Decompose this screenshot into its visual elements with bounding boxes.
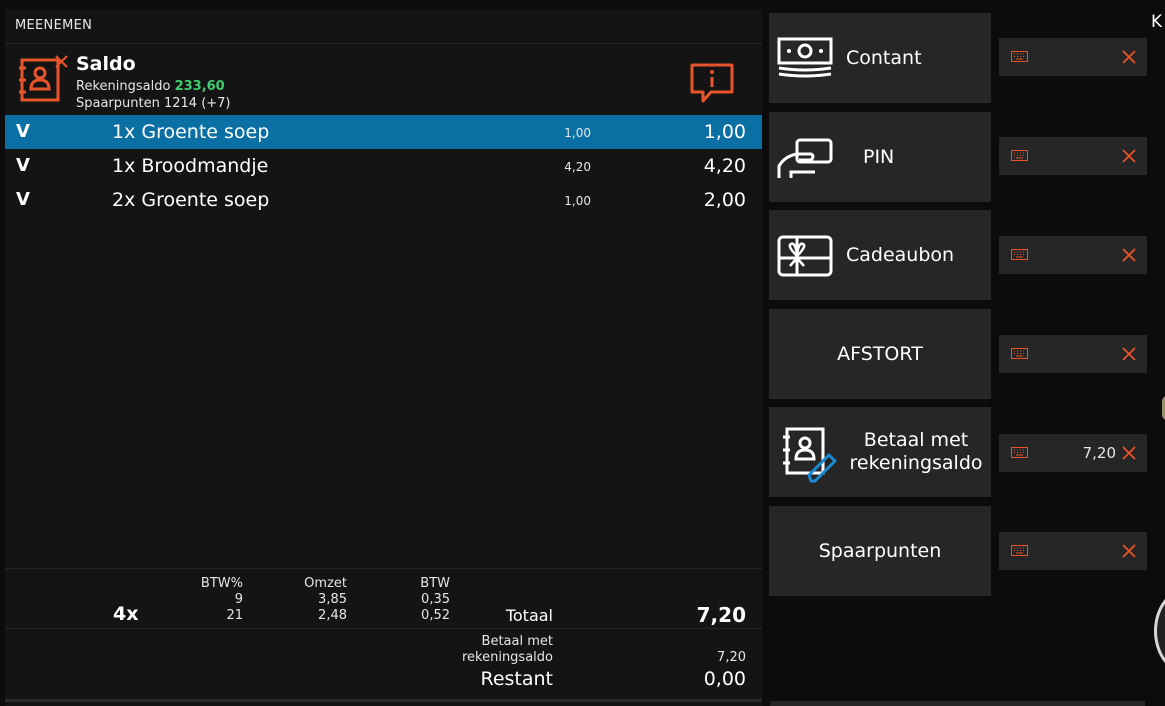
keyboard-icon[interactable] <box>1011 150 1028 161</box>
applied-payment-label-line: rekeningsaldo <box>461 650 553 665</box>
clear-icon[interactable] <box>1122 149 1136 163</box>
payment-method-label-line: rekeningsaldo <box>849 452 983 474</box>
divider <box>5 43 762 44</box>
account-balance-value: 233,60 <box>174 79 225 94</box>
clear-icon[interactable] <box>1122 544 1136 558</box>
payment-amount-value: 7,20 <box>1082 444 1116 462</box>
savings-points-line: Spaarpunten 1214 (+7) <box>76 96 231 111</box>
order-line-total: 2,00 <box>703 189 746 211</box>
order-line-flag: V <box>16 189 30 210</box>
payment-method-label: Cadeaubon <box>846 244 955 266</box>
cash-icon <box>777 37 833 78</box>
clear-icon[interactable] <box>1122 446 1136 460</box>
order-line-flag: V <box>16 155 30 176</box>
summary-divider <box>5 568 762 569</box>
vat-value: 0,35 <box>421 592 450 607</box>
order-line-unit-price: 4,20 <box>564 160 591 174</box>
info-message-icon[interactable] <box>689 62 735 104</box>
clear-icon[interactable] <box>1122 50 1136 64</box>
account-card-remove-icon[interactable] <box>19 54 69 104</box>
keyboard-icon[interactable] <box>1011 545 1028 556</box>
edge-partial-round-button[interactable] <box>1154 588 1165 674</box>
payment-method-label: Betaal met rekeningsaldo <box>841 429 991 475</box>
order-line-flag: V <box>16 121 30 142</box>
payment-amount-field[interactable]: 7,20 <box>999 434 1147 472</box>
gift-card-icon <box>777 235 833 277</box>
order-mode-label: MEENEMEN <box>15 18 93 33</box>
revenue-header: Omzet <box>304 576 347 591</box>
payment-method-label: PIN <box>863 146 895 168</box>
order-line-description: 1x Groente soep <box>112 121 270 143</box>
order-line-description: 1x Broodmandje <box>112 155 269 177</box>
payment-gift-card-button[interactable]: Cadeaubon <box>769 210 991 300</box>
applied-payment-label-line: Betaal met <box>481 634 553 649</box>
order-line-total: 1,00 <box>703 121 746 143</box>
payment-method-label: Spaarpunten <box>818 540 942 562</box>
account-balance-line: Rekeningsaldo 233,60 <box>76 79 225 94</box>
order-line-total: 4,20 <box>703 155 746 177</box>
order-line[interactable]: V 2x Groente soep 1,00 2,00 <box>5 183 762 217</box>
vat-value: 0,52 <box>421 608 450 623</box>
keyboard-icon[interactable] <box>1011 51 1028 62</box>
order-panel: MEENEMEN Saldo Rekeningsaldo 233,60 Spaa… <box>5 9 762 706</box>
bottom-divider <box>5 699 762 702</box>
summary-divider <box>5 628 762 629</box>
keyboard-icon[interactable] <box>1011 447 1028 458</box>
order-line-unit-price: 1,00 <box>564 126 591 140</box>
payment-pin-button[interactable]: PIN <box>769 112 991 202</box>
vat-header: BTW <box>420 576 450 591</box>
payment-amount-field[interactable] <box>999 236 1147 274</box>
payment-amount-field[interactable] <box>999 137 1147 175</box>
revenue-value: 3,85 <box>318 592 347 607</box>
order-line-unit-price: 1,00 <box>564 194 591 208</box>
bottom-strip <box>770 701 1145 706</box>
payment-account-balance-button[interactable]: Betaal met rekeningsaldo <box>769 407 991 497</box>
payment-amount-field[interactable] <box>999 335 1147 373</box>
order-line-description: 2x Groente soep <box>112 189 270 211</box>
keyboard-icon[interactable] <box>1011 348 1028 359</box>
edge-partial-label: K <box>1151 12 1163 32</box>
payment-afstort-button[interactable]: AFSTORT <box>769 309 991 399</box>
remaining-value: 0,00 <box>703 668 746 690</box>
item-count: 4x <box>113 603 139 625</box>
payment-amount-field[interactable] <box>999 38 1147 76</box>
keyboard-icon[interactable] <box>1011 249 1028 260</box>
revenue-value: 2,48 <box>318 608 347 623</box>
payment-amount-field[interactable] <box>999 532 1147 570</box>
payment-method-label: Contant <box>846 47 922 69</box>
clear-icon[interactable] <box>1122 347 1136 361</box>
order-line[interactable]: V 1x Broodmandje 4,20 4,20 <box>5 149 762 183</box>
applied-payment-label: Betaal met rekeningsaldo <box>462 634 553 666</box>
account-balance-icon <box>783 427 837 483</box>
order-line[interactable]: V 1x Groente soep 1,00 1,00 <box>5 115 762 149</box>
payment-savings-points-button[interactable]: Spaarpunten <box>769 506 991 596</box>
total-label: Totaal <box>505 606 553 625</box>
vat-rate-value: 9 <box>234 592 243 607</box>
applied-payment-value: 7,20 <box>717 650 746 665</box>
total-value: 7,20 <box>696 603 746 627</box>
card-payment-icon <box>777 138 833 178</box>
remaining-label: Restant <box>480 668 553 690</box>
payment-cash-button[interactable]: Contant <box>769 13 991 103</box>
vat-rate-value: 21 <box>226 608 243 623</box>
customer-title: Saldo <box>76 53 136 75</box>
account-balance-label: Rekeningsaldo <box>76 79 171 94</box>
payment-method-label: AFSTORT <box>837 343 923 365</box>
payment-method-label-line: Betaal met <box>863 429 969 451</box>
clear-icon[interactable] <box>1122 248 1136 262</box>
vat-rate-header: BTW% <box>200 576 243 591</box>
